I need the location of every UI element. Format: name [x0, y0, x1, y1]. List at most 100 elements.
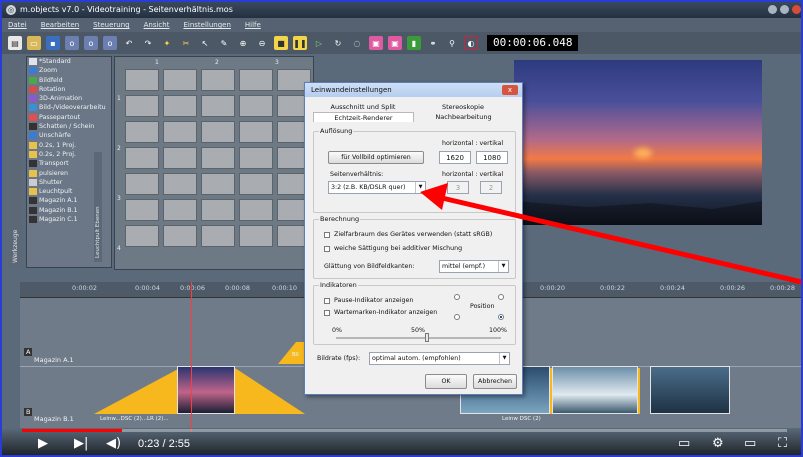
fade-in-curve[interactable]	[94, 368, 180, 414]
lightbox-slot[interactable]	[201, 69, 235, 91]
play-icon[interactable]: ▷	[312, 36, 326, 50]
menu-einstellungen[interactable]: Einstellungen	[183, 18, 230, 32]
optimize-fullscreen-button[interactable]: für Vollbild optimieren	[328, 151, 424, 164]
menu-datei[interactable]: Datei	[8, 18, 27, 32]
lightbox-slot[interactable]	[163, 121, 197, 143]
lightbox-slot[interactable]	[163, 69, 197, 91]
tab-realtime-renderer[interactable]: Echtzeit-Renderer	[313, 112, 414, 122]
lightbox-slot[interactable]	[125, 69, 159, 91]
position-radio-bl[interactable]	[454, 314, 460, 320]
aspect-ratio-select[interactable]: 3:2 (z.B. KB/DSLR quer) ▼	[328, 181, 426, 194]
new-file-icon[interactable]: ▤	[8, 36, 22, 50]
lightbox-slot[interactable]	[239, 225, 273, 247]
tool-item[interactable]: 0.2s, 1 Proj.	[27, 141, 111, 150]
tool-item[interactable]: *Standard	[27, 57, 111, 66]
object-unlink-icon[interactable]: o	[103, 36, 117, 50]
object-icon[interactable]: o	[65, 36, 79, 50]
lightbox-slot[interactable]	[163, 95, 197, 117]
surf-clip[interactable]	[552, 366, 638, 414]
tab-split[interactable]: Ausschnitt und Split	[313, 102, 413, 112]
tool-item[interactable]: Zoom	[27, 66, 111, 75]
redo-icon[interactable]: ↷	[141, 36, 155, 50]
menu-ansicht[interactable]: Ansicht	[144, 18, 170, 32]
lightbox-slot[interactable]	[201, 121, 235, 143]
pause-icon[interactable]: ❚❚	[293, 36, 307, 50]
lightbox-slot[interactable]	[239, 95, 273, 117]
tab-postprocessing[interactable]: Nachbearbeitung	[414, 112, 513, 122]
video-progress-bar[interactable]	[22, 429, 787, 432]
tool-item[interactable]: Bildfeld	[27, 76, 111, 85]
close-button[interactable]	[792, 5, 801, 14]
lightbox-slot[interactable]	[163, 225, 197, 247]
zoom-out-icon[interactable]: ⊖	[255, 36, 269, 50]
tools-side-tab[interactable]: Werkzeuge	[10, 58, 22, 268]
lightbox-slot[interactable]	[163, 199, 197, 221]
magic-wand-icon[interactable]: ✦	[160, 36, 174, 50]
tool-item[interactable]: Bild-/Videoverarbeitu	[27, 103, 111, 112]
tool-item[interactable]: Unschärfe	[27, 131, 111, 140]
playhead[interactable]	[191, 282, 192, 432]
lightbox-slot[interactable]	[201, 199, 235, 221]
cancel-button[interactable]: Abbrechen	[473, 374, 517, 389]
menu-bearbeiten[interactable]: Bearbeiten	[41, 18, 79, 32]
screen-settings-icon[interactable]: ▣	[388, 36, 402, 50]
tool-item[interactable]: Schatten / Schein	[27, 122, 111, 131]
lightbox-slot[interactable]	[201, 95, 235, 117]
grid-side-tab[interactable]: Leuchtpult Ebenen	[94, 152, 102, 262]
mixer-icon[interactable]: ⚭	[426, 36, 440, 50]
wave-clip[interactable]	[650, 366, 730, 414]
gear-icon[interactable]: ⚙	[712, 437, 724, 451]
framerate-select[interactable]: optimal autom. (empfohlen) ▼	[369, 352, 510, 365]
lightbox-slot[interactable]	[163, 147, 197, 169]
ok-button[interactable]: OK	[425, 374, 467, 389]
maximize-button[interactable]	[780, 5, 789, 14]
subtitles-icon[interactable]: ▭	[678, 437, 690, 451]
lightbox-slot[interactable]	[125, 173, 159, 195]
pointer-icon[interactable]: ↖	[198, 36, 212, 50]
lightbox-slot[interactable]	[239, 147, 273, 169]
record-icon[interactable]: ◐	[464, 36, 478, 50]
minimize-button[interactable]	[768, 5, 777, 14]
loop-icon[interactable]: ↻	[331, 36, 345, 50]
lightbox-slot[interactable]	[201, 147, 235, 169]
tool-item[interactable]: 3D-Animation	[27, 94, 111, 103]
open-folder-icon[interactable]: ▭	[27, 36, 41, 50]
lightbox-slot[interactable]	[239, 69, 273, 91]
lightbox-slot[interactable]	[239, 121, 273, 143]
zoom-in-icon[interactable]: ⊕	[236, 36, 250, 50]
theater-mode-icon[interactable]: ▭	[744, 437, 756, 451]
ratio-v-input[interactable]: 2	[480, 181, 502, 194]
opacity-slider-track[interactable]	[336, 337, 501, 339]
opacity-slider-thumb[interactable]	[424, 333, 429, 342]
comment-icon[interactable]: ◌	[350, 36, 364, 50]
tool-item[interactable]: Rotation	[27, 85, 111, 94]
level-icon[interactable]: ▮	[407, 36, 421, 50]
lightbox-slot[interactable]	[201, 173, 235, 195]
lightbox-slot[interactable]	[163, 173, 197, 195]
width-input[interactable]: 1620	[439, 151, 471, 164]
lightbox-slot[interactable]	[239, 199, 273, 221]
screen-icon[interactable]: ▣	[369, 36, 383, 50]
lightbox-slot[interactable]	[125, 225, 159, 247]
lightbox-slot[interactable]	[125, 95, 159, 117]
fullscreen-icon[interactable]: ⛶	[778, 437, 787, 451]
scissors-icon[interactable]: ✂	[179, 36, 193, 50]
pause-indicator-checkbox[interactable]	[324, 298, 330, 304]
lightbox-slot[interactable]	[125, 121, 159, 143]
position-radio-tr[interactable]	[498, 294, 504, 300]
edge-smoothing-select[interactable]: mittel (empf.) ▼	[439, 260, 509, 273]
skip-next-icon[interactable]: ▶|	[74, 437, 88, 451]
height-input[interactable]: 1080	[476, 151, 508, 164]
wait-marker-checkbox[interactable]	[324, 310, 330, 316]
volume-icon[interactable]: ◀)	[106, 437, 121, 451]
soft-saturation-checkbox[interactable]	[324, 246, 330, 252]
lightbox-slot[interactable]	[201, 225, 235, 247]
position-radio-tl[interactable]	[454, 294, 460, 300]
position-radio-br[interactable]	[498, 314, 504, 320]
undo-icon[interactable]: ↶	[122, 36, 136, 50]
object-link-icon[interactable]: o	[84, 36, 98, 50]
tool-icon[interactable]: ⚲	[445, 36, 459, 50]
image-clip[interactable]	[177, 366, 235, 414]
target-colorspace-checkbox[interactable]	[324, 232, 330, 238]
stop-icon[interactable]: ■	[274, 36, 288, 50]
